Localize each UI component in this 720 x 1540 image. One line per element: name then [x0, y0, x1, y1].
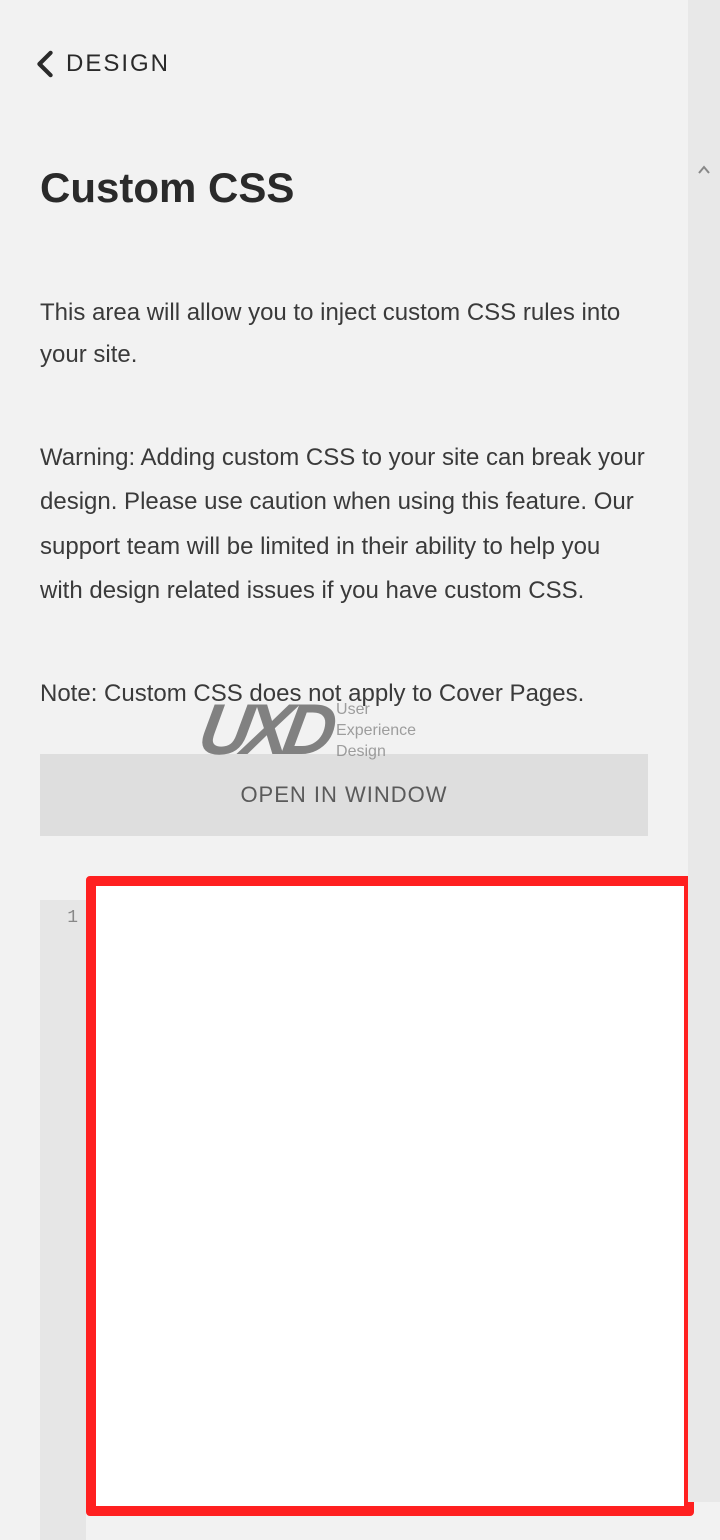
- scrollbar-up-button[interactable]: [688, 156, 720, 184]
- custom-css-panel: DESIGN Custom CSS This area will allow y…: [0, 0, 688, 1502]
- css-editor-input[interactable]: [86, 876, 694, 1516]
- chevron-left-icon: [36, 50, 54, 78]
- line-number: 1: [40, 908, 86, 928]
- warning-text: Warning: Adding custom CSS to your site …: [0, 376, 688, 614]
- open-in-window-button[interactable]: OPEN IN WINDOW: [40, 754, 648, 836]
- page-title: Custom CSS: [0, 78, 688, 212]
- scrollbar-track[interactable]: [688, 0, 720, 1502]
- open-button-label: OPEN IN WINDOW: [240, 782, 447, 808]
- description-text: This area will allow you to inject custo…: [0, 212, 688, 376]
- arrow-up-icon: [697, 165, 711, 175]
- css-editor-container: 1: [40, 876, 688, 1516]
- back-label: DESIGN: [66, 50, 170, 78]
- note-text: Note: Custom CSS does not apply to Cover…: [0, 614, 688, 715]
- editor-gutter: 1: [40, 900, 86, 1540]
- back-button[interactable]: DESIGN: [0, 0, 688, 78]
